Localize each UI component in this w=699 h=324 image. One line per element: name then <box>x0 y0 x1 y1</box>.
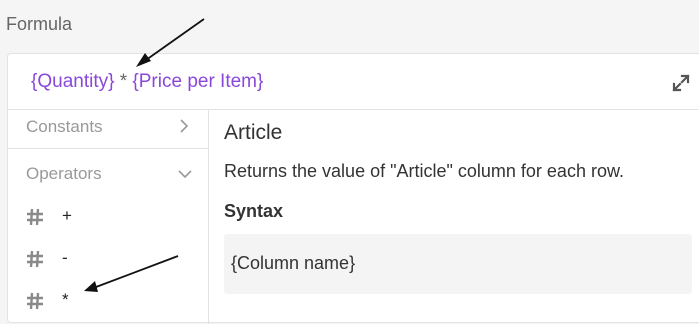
detail-description: Returns the value of "Article" column fo… <box>224 161 624 181</box>
hash-icon <box>27 250 43 268</box>
hash-icon <box>27 208 43 226</box>
formula-input[interactable]: {Quantity} * {Price per Item} <box>8 54 699 110</box>
syntax-example: {Column name} <box>224 234 692 294</box>
section-constants[interactable]: Constants <box>26 117 103 137</box>
hash-icon <box>27 292 43 310</box>
syntax-text: {Column name} <box>231 253 356 273</box>
chevron-down-icon[interactable] <box>178 167 192 181</box>
operator-item[interactable]: + <box>26 205 186 229</box>
syntax-heading: Syntax <box>224 201 284 221</box>
section-divider <box>8 148 208 149</box>
operator-item[interactable]: * <box>26 289 186 313</box>
formula-token-operator: * <box>114 71 133 92</box>
section-operators[interactable]: Operators <box>26 164 102 184</box>
formula-expression[interactable]: {Quantity} * {Price per Item} <box>31 71 263 93</box>
chevron-right-icon[interactable] <box>177 119 191 133</box>
detail-title: Article <box>224 121 283 144</box>
formula-field-label: Formula <box>6 14 73 34</box>
function-sidebar: Constants Operators + - * <box>8 110 209 324</box>
operator-item[interactable]: - <box>26 247 186 271</box>
operator-label: * <box>62 290 69 309</box>
expand-icon[interactable] <box>672 74 690 92</box>
formula-token-column: {Quantity} <box>31 71 115 92</box>
formula-editor: {Quantity} * {Price per Item} Constants … <box>7 53 699 324</box>
operator-label: + <box>62 206 72 225</box>
operator-label: - <box>62 248 68 267</box>
formula-token-column: {Price per Item} <box>132 71 264 92</box>
